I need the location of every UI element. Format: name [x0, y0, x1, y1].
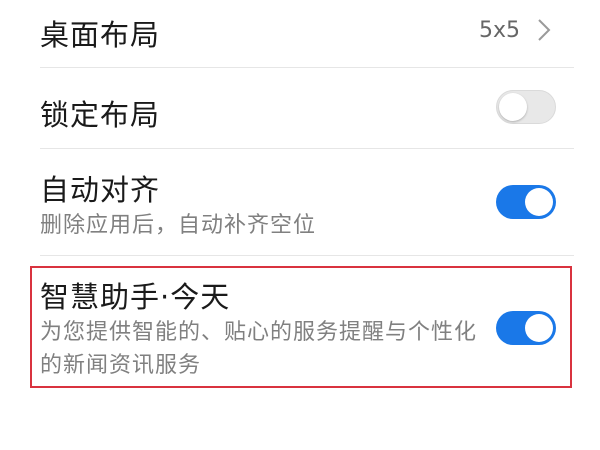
lock-layout-toggle[interactable] — [496, 90, 556, 124]
auto-align-row: 自动对齐 删除应用后，自动补齐空位 — [0, 149, 600, 255]
lock-layout-title: 锁定布局 — [40, 98, 161, 132]
desktop-layout-value: 5x5 — [478, 18, 520, 43]
lock-layout-row: 锁定布局 — [0, 68, 600, 148]
auto-align-title: 自动对齐 — [40, 173, 161, 207]
desktop-layout-row[interactable]: 桌面布局 5x5 — [0, 0, 600, 66]
desktop-layout-title: 桌面布局 — [40, 18, 161, 52]
toggle-knob — [499, 93, 527, 121]
highlight-box — [30, 266, 572, 388]
chevron-right-icon — [538, 19, 551, 41]
auto-align-description: 删除应用后，自动补齐空位 — [40, 213, 317, 238]
auto-align-toggle[interactable] — [496, 185, 556, 219]
launcher-settings-screen: 桌面布局 5x5 锁定布局 自动对齐 删除应用后，自动补齐空位 智慧助手·今天 … — [0, 0, 600, 450]
toggle-knob — [525, 188, 553, 216]
